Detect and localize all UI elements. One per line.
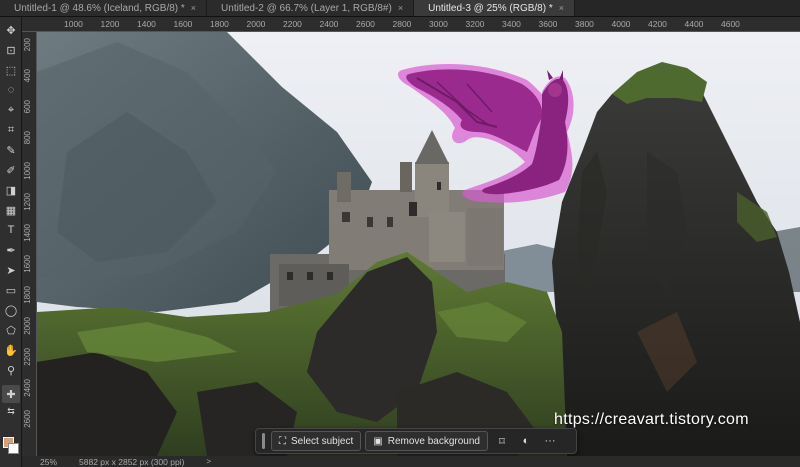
ruler-tick-label: 2800 [392, 19, 412, 29]
close-icon[interactable]: × [398, 3, 403, 13]
crop-icon[interactable]: ⌗ [2, 121, 20, 139]
status-bar: 25% 5882 px x 2852 px (300 ppi) > [22, 456, 800, 467]
vertical-ruler: 200 400 600 800 1000 1200 1400 1600 1800 2000 2200… [22, 32, 37, 456]
ruler-tick-label: 4400 [684, 19, 704, 29]
ruler-tick-label: 800 [23, 131, 32, 145]
more-options-button[interactable]: ··· [540, 431, 560, 451]
ruler-tick-label: 1400 [137, 19, 156, 29]
polygon-icon[interactable]: ⬠ [2, 321, 20, 339]
horizontal-ruler: 1000 1200 1400 1600 1800 2000 2200 2400 2600 2800… [22, 17, 800, 32]
tab-label: Untitled-2 @ 66.7% (Layer 1, RGB/8#) [221, 2, 392, 14]
document-info: 5882 px x 2852 px (300 ppi) [79, 456, 185, 467]
ruler-tick-label: 1600 [173, 19, 193, 29]
hand-icon[interactable]: ✋ [2, 341, 20, 359]
ruler-tick-label: 2600 [23, 410, 32, 428]
ruler-tick-label: 4600 [721, 19, 740, 29]
ruler-tick-label: 1800 [210, 19, 229, 29]
object-select-icon[interactable]: ⌖ [2, 101, 20, 119]
eyedropper-icon[interactable]: ✎ [2, 141, 20, 159]
drag-handle[interactable] [262, 433, 265, 449]
photoshop-window: Untitled-1 @ 48.6% (Iceland, RGB/8) * × … [0, 0, 800, 467]
ruler-tick-label: 3800 [575, 19, 594, 29]
ruler-tick-label: 1200 [100, 19, 120, 29]
marquee-icon[interactable]: ⬚ [2, 61, 20, 79]
eraser-icon[interactable]: ◨ [2, 181, 20, 199]
background-color-swatch[interactable] [8, 443, 19, 454]
ruler-tick-label: 1800 [23, 286, 32, 304]
brush-icon[interactable]: ✐ [2, 161, 20, 179]
select-subject-icon: ⛶ [279, 435, 286, 447]
close-icon[interactable]: × [559, 3, 564, 13]
ruler-tick-label: 1000 [23, 162, 32, 180]
lasso-icon[interactable]: ◌ [2, 81, 20, 99]
pen-icon[interactable]: ✒ [2, 241, 20, 259]
tab-untitled-3[interactable]: Untitled-3 @ 25% (RGB/8) * × [414, 0, 575, 16]
path-select-icon[interactable]: ➤ [2, 261, 20, 279]
ruler-tick-label: 2600 [356, 19, 375, 29]
watermark-text: https://creavart.tistory.com [554, 411, 749, 428]
ruler-tick-label: 200 [23, 38, 32, 52]
ruler-tick-label: 4000 [611, 19, 631, 29]
select-subject-button[interactable]: ⛶ Select subject [271, 431, 362, 451]
remove-background-label: Remove background [387, 435, 480, 447]
type-icon[interactable]: T [2, 221, 20, 239]
tab-label: Untitled-1 @ 48.6% (Iceland, RGB/8) * [14, 2, 185, 14]
ruler-tick-label: 2400 [23, 379, 32, 397]
ruler-tick-label: 400 [23, 69, 32, 83]
ruler-tick-label: 2200 [283, 19, 302, 29]
move-icon[interactable]: ✥ [2, 21, 20, 39]
close-icon[interactable]: × [191, 3, 196, 13]
contextual-task-bar: ⛶ Select subject ▣ Remove background ⌑ ◐… [255, 428, 577, 454]
ruler-tick-label: 2000 [23, 317, 32, 335]
tab-label: Untitled-3 @ 25% (RGB/8) * [428, 2, 553, 14]
ellipse-icon[interactable]: ◯ [2, 301, 20, 319]
zoom-level[interactable]: 25% [40, 457, 57, 467]
ruler-tick-label: 2200 [23, 348, 32, 366]
spot-healing-icon[interactable]: ✚ [2, 385, 20, 403]
ruler-tick-label: 4200 [648, 19, 667, 29]
status-menu-arrow[interactable]: > [206, 457, 211, 466]
ruler-tick-label: 3600 [538, 19, 558, 29]
ruler-tick-label: 2000 [246, 19, 266, 29]
remove-background-button[interactable]: ▣ Remove background [365, 431, 488, 451]
rectangle-icon[interactable]: ▭ [2, 281, 20, 299]
artboard-icon[interactable]: ⊡ [2, 41, 20, 59]
ruler-tick-label: 1000 [64, 19, 83, 29]
ruler-tick-label: 2400 [319, 19, 339, 29]
document-canvas[interactable] [37, 32, 800, 456]
ruler-tick-label: 1600 [23, 255, 32, 273]
ruler-tick-label: 3000 [429, 19, 448, 29]
ruler-tick-label: 600 [23, 100, 32, 114]
tools-panel: ✥ ⊡ ⬚ ◌ ⌖ ⌗ ✎ ✐ ◨ ▦ T ✒ ➤ ▭ ◯ ⬠ ✋ ⚲ ✚ ⇆ [0, 17, 22, 467]
adjustment-icon[interactable]: ◐ [516, 431, 536, 451]
swap-colors-icon[interactable]: ⇆ [2, 405, 20, 417]
gradient-icon[interactable]: ▦ [2, 201, 20, 219]
zoom-icon[interactable]: ⚲ [2, 361, 20, 379]
composite-image [37, 32, 800, 456]
ruler-tick-label: 1400 [23, 224, 32, 242]
ruler-tick-label: 3200 [465, 19, 485, 29]
ruler-tick-label: 1200 [23, 193, 32, 211]
tab-untitled-1[interactable]: Untitled-1 @ 48.6% (Iceland, RGB/8) * × [0, 0, 208, 16]
image-icon: ▣ [373, 435, 383, 447]
select-subject-label: Select subject [291, 435, 354, 447]
ruler-tick-label: 3400 [502, 19, 521, 29]
tab-untitled-2[interactable]: Untitled-2 @ 66.7% (Layer 1, RGB/8#) × [207, 0, 415, 16]
document-tab-bar: Untitled-1 @ 48.6% (Iceland, RGB/8) * × … [0, 0, 800, 17]
transform-icon[interactable]: ⌑ [492, 431, 512, 451]
